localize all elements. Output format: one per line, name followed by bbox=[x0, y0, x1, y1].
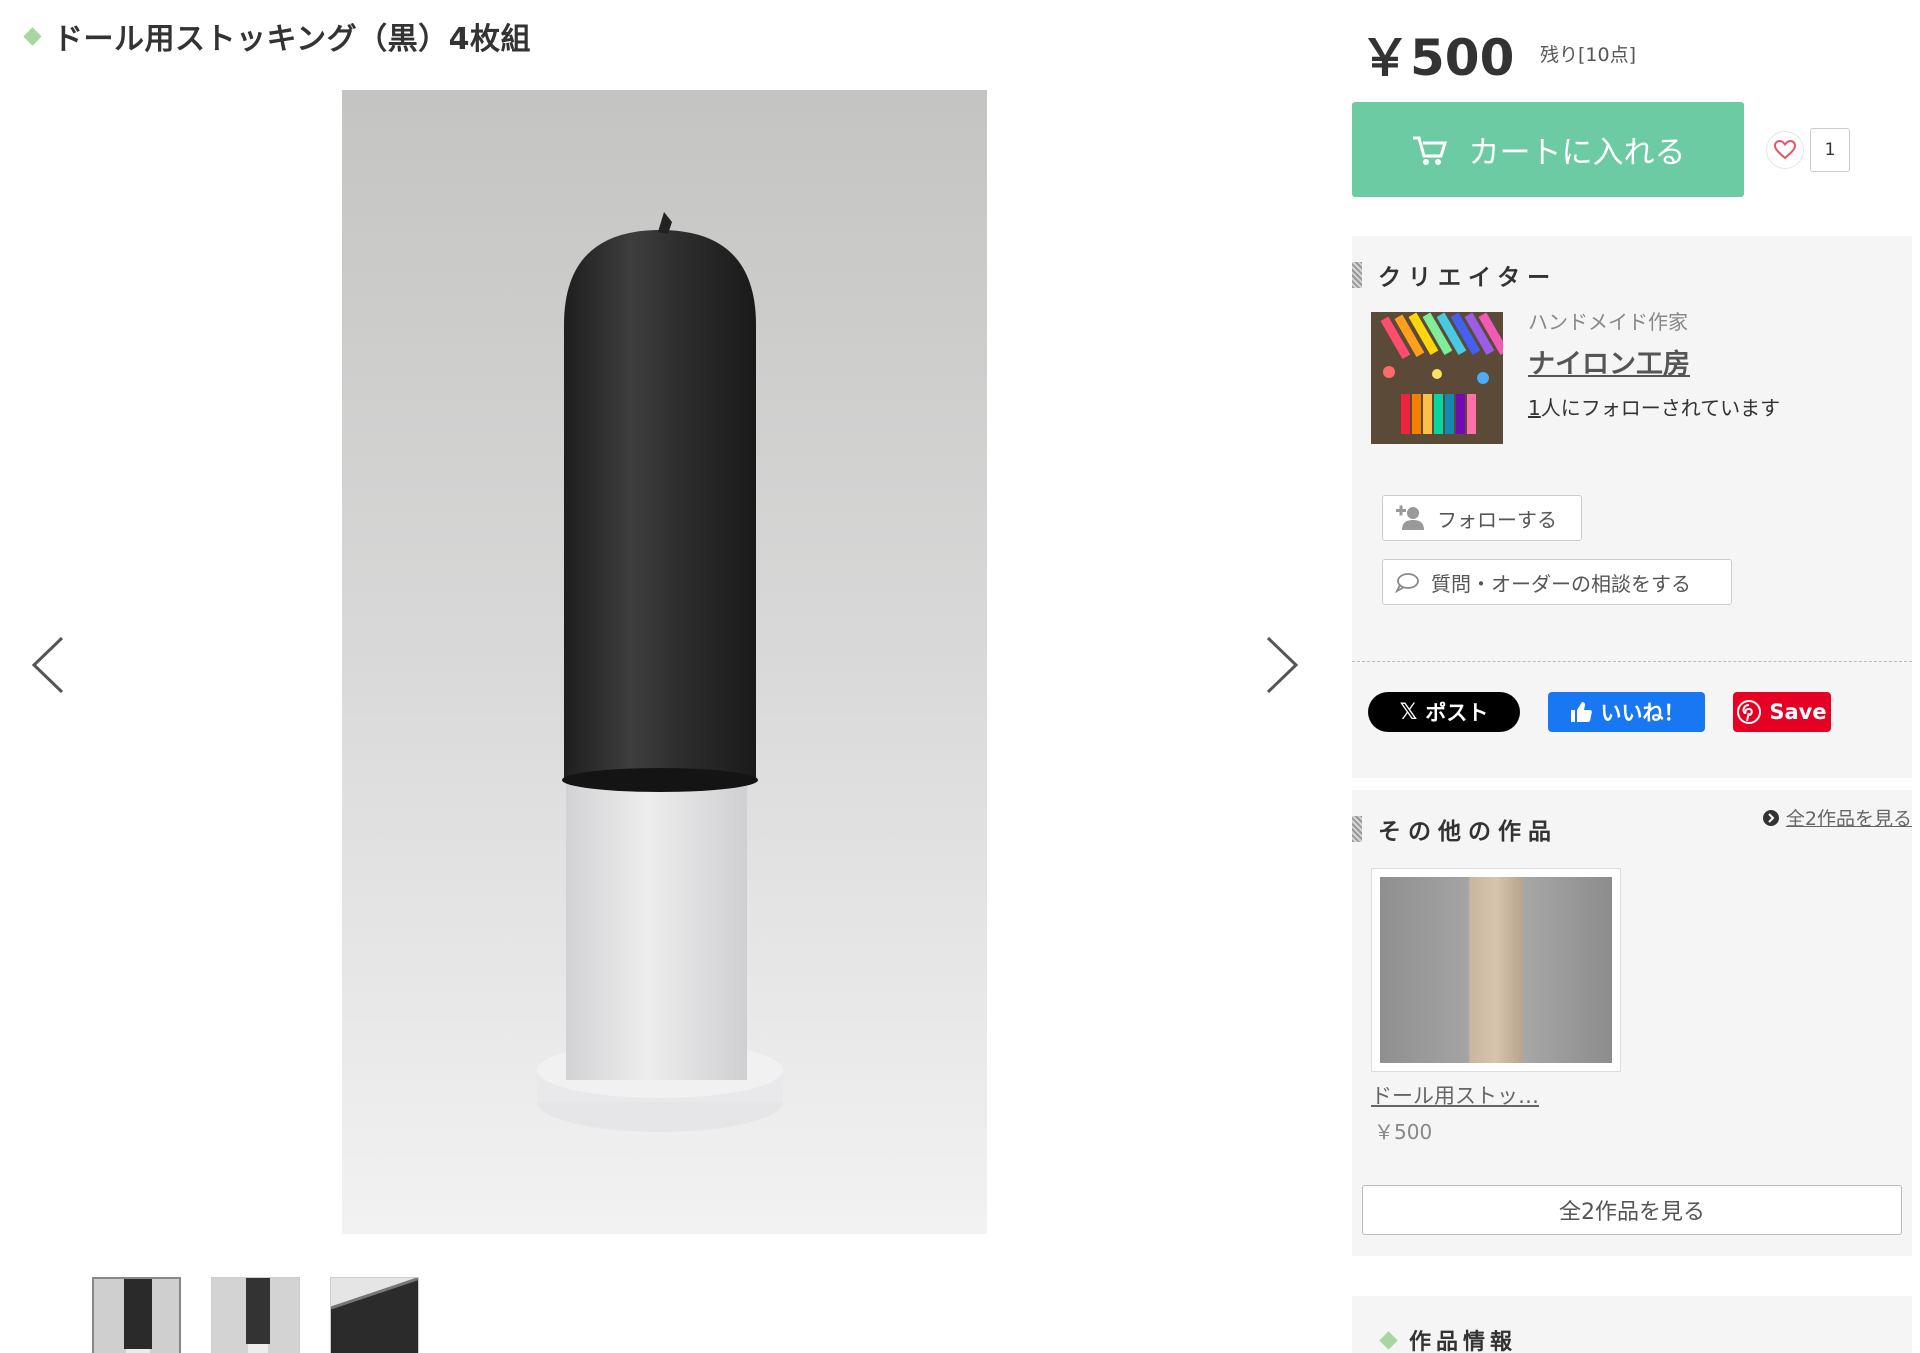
x-post-label: ポスト bbox=[1425, 701, 1489, 725]
ask-question-button[interactable]: 質問・オーダーの相談をする bbox=[1382, 559, 1732, 605]
thumbnail-image bbox=[94, 1279, 179, 1353]
other-work-card[interactable] bbox=[1371, 868, 1621, 1072]
chevron-right-icon bbox=[1266, 636, 1299, 694]
diamond-bullet-icon bbox=[23, 26, 42, 46]
facebook-like-button[interactable]: いいね！ bbox=[1548, 692, 1705, 732]
favorite-button[interactable] bbox=[1766, 131, 1804, 169]
thumbnail-image bbox=[331, 1278, 418, 1353]
creator-avatar[interactable] bbox=[1371, 312, 1503, 444]
see-all-works-button[interactable]: 全2作品を見る bbox=[1362, 1185, 1902, 1235]
cart-icon bbox=[1412, 136, 1447, 165]
thumbnail-2[interactable] bbox=[211, 1277, 300, 1353]
ask-question-label: 質問・オーダーの相談をする bbox=[1431, 571, 1691, 596]
follower-count[interactable]: 1 bbox=[1528, 396, 1541, 420]
section-bar-decoration bbox=[1352, 262, 1362, 288]
circle-chevron-right-icon bbox=[1762, 809, 1779, 826]
section-bar-decoration bbox=[1352, 816, 1362, 842]
follower-suffix: 人にフォローされています bbox=[1540, 396, 1781, 420]
creator-section-title: クリエイター bbox=[1378, 264, 1558, 291]
other-work-price: ￥500 bbox=[1374, 1120, 1433, 1144]
diamond-bullet-icon bbox=[1379, 1330, 1398, 1350]
next-photo-button[interactable] bbox=[1250, 630, 1310, 700]
creator-avatar-image bbox=[1371, 312, 1503, 444]
other-works-panel: その他の作品 全2作品を見る ドール用ストッ… ￥500 全2作品を見る bbox=[1352, 790, 1912, 1256]
product-title: ドール用ストッキング（黒）4枚組 bbox=[53, 22, 531, 57]
creator-name-link[interactable]: ナイロン工房 bbox=[1528, 342, 1690, 381]
thumbnail-image bbox=[212, 1278, 299, 1353]
creator-panel: クリエイター ハンドメイド作家 ナイロン工房 1人にフォローされています フォロ… bbox=[1352, 236, 1912, 778]
add-to-cart-label: カートに入れる bbox=[1468, 135, 1686, 170]
other-works-section-header: その他の作品 bbox=[1352, 812, 1558, 846]
other-work-image bbox=[1380, 877, 1612, 1063]
work-info-title: 作品情報 bbox=[1409, 1330, 1518, 1353]
product-price: ￥500 bbox=[1360, 29, 1515, 87]
thumbnail-3[interactable] bbox=[330, 1277, 419, 1353]
main-product-photo[interactable] bbox=[342, 90, 987, 1234]
pinterest-logo-icon bbox=[1737, 700, 1762, 724]
pinterest-save-button[interactable]: Save bbox=[1733, 692, 1831, 732]
see-all-works-link[interactable]: 全2作品を見る bbox=[1762, 804, 1912, 831]
other-works-section-title: その他の作品 bbox=[1378, 818, 1558, 845]
follow-label: フォローする bbox=[1437, 507, 1557, 532]
product-title-row: ドール用ストッキング（黒）4枚組 bbox=[23, 14, 531, 58]
pinterest-save-label: Save bbox=[1769, 700, 1827, 724]
thumbnail-strip bbox=[92, 1277, 419, 1353]
speech-bubble-icon bbox=[1395, 573, 1419, 593]
thumbnail-1[interactable] bbox=[92, 1277, 181, 1353]
prev-photo-button[interactable] bbox=[20, 630, 80, 700]
facebook-like-label: いいね！ bbox=[1600, 701, 1685, 725]
chevron-left-icon bbox=[31, 636, 64, 694]
follow-button[interactable]: フォローする bbox=[1382, 495, 1582, 541]
creator-section-header: クリエイター bbox=[1352, 258, 1557, 292]
x-logo-icon: 𝕏 bbox=[1399, 699, 1418, 725]
x-post-button[interactable]: 𝕏 ポスト bbox=[1368, 692, 1520, 732]
follower-count-line: 1人にフォローされています bbox=[1528, 392, 1780, 421]
add-to-cart-button[interactable]: カートに入れる bbox=[1352, 102, 1744, 197]
stock-remaining: 残り[10点] bbox=[1540, 44, 1637, 66]
divider bbox=[1352, 661, 1912, 662]
creator-role: ハンドメイド作家 bbox=[1528, 310, 1688, 334]
work-info-header: 作品情報 bbox=[1379, 1324, 1518, 1353]
stocking-photo-illustration bbox=[342, 90, 987, 1234]
thumbs-up-icon bbox=[1570, 702, 1592, 722]
work-info-panel: 作品情報 bbox=[1352, 1296, 1912, 1353]
other-work-title[interactable]: ドール用ストッ… bbox=[1371, 1080, 1539, 1110]
favorite-count: 1 bbox=[1810, 128, 1850, 172]
heart-icon bbox=[1774, 140, 1796, 160]
add-user-icon bbox=[1396, 505, 1424, 530]
see-all-works-link-label: 全2作品を見る bbox=[1785, 808, 1912, 830]
